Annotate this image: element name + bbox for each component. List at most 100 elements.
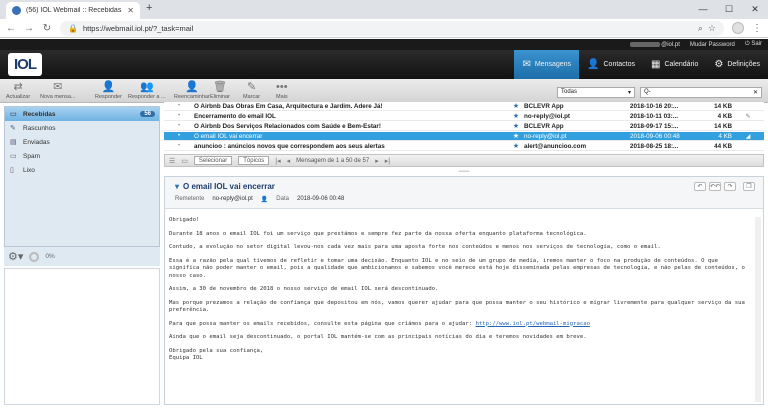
forward-icon[interactable]: → [24,23,34,34]
more-button[interactable]: ••• Mais [276,81,288,100]
select-menu[interactable]: Selecionar [193,156,233,165]
delete-button[interactable]: 🗑 Eliminar [210,81,230,100]
star-icon[interactable]: ★ [508,112,524,120]
star-icon[interactable]: ★ [508,122,524,130]
folder-lixo[interactable]: ▯ Lixo [5,163,159,177]
quota-text: 0% [45,253,55,260]
tab-title: (56) IOL Webmail :: Recebidas [26,7,122,14]
zoom-icon[interactable]: ⌕ [698,23,703,34]
quota-indicator [29,251,40,262]
reload-icon[interactable]: ↻ [42,23,52,34]
table-row[interactable]: • anuncioo : anúncios novos que correspo… [164,142,764,151]
user-email: @iol.pt [630,42,680,48]
flag-icon[interactable]: ◢ [732,133,764,140]
refresh-icon: ⇄ [13,81,23,93]
back-icon[interactable]: ← [6,23,16,34]
threads-menu[interactable]: Tópicos [238,156,270,165]
inbox-icon: ▭ [10,111,17,118]
last-page-icon[interactable]: ▸| [385,157,390,165]
new-tab-icon[interactable]: + [146,2,152,14]
forward-icon[interactable]: ↷ [724,182,736,191]
sent-icon: ▤ [10,139,17,146]
table-row[interactable]: • O Airbnb Dos Serviços Relacionados com… [164,122,764,131]
status-dot-icon[interactable]: • [164,123,194,129]
nav-definicoes[interactable]: ⚙ Definições [706,50,768,79]
message-body: Obrigado! Durante 18 anos o email IOL fo… [169,217,745,361]
preview-subject: ▾ O email IOL vai encerrar [175,182,275,191]
star-icon[interactable]: ★ [508,142,524,150]
compose-button[interactable]: ✉ Nova mensa... [40,81,75,100]
address-bar: ← → ↻ 🔒 https://webmail.iol.pt/?_task=ma… [0,19,768,38]
search-reset-icon[interactable]: ✕ [753,89,758,96]
logout-link[interactable]: ⏻ Sair [745,41,762,48]
first-page-icon[interactable]: |◂ [275,157,280,165]
collapse-icon[interactable]: ▾ [175,182,179,191]
pane-splitter[interactable]: ═══ [164,170,764,175]
sender-address[interactable]: no-reply@iol.pt [212,196,252,203]
message-count: Mensagem de 1 a 50 de 57 [296,157,370,164]
mark-icon: ✎ [246,81,257,93]
folder-list: ▭ Recebidas 56 ✎ Rascunhos ▤ Enviadas ▭ Spam … [4,106,160,266]
nav-contactos[interactable]: 👤 Contactos [579,50,643,79]
folder-rascunhos[interactable]: ✎ Rascunhos [5,121,159,135]
filter-select[interactable]: Todas ▾ [557,87,635,98]
reply-icon[interactable]: ↶ [694,182,706,191]
status-dot-icon[interactable]: • [164,133,194,139]
table-row[interactable]: • O Airbnb Das Obras Em Casa, Arquitectu… [164,102,764,111]
preview-actions: ↶ ↶↶ ↷ ❐ [694,182,755,191]
forward-button[interactable]: 👤 Reencaminhar [174,81,210,100]
trash-icon: ▯ [10,167,14,174]
browser-tab[interactable]: (56) IOL Webmail :: Recebidas ✕ [6,2,140,19]
star-icon[interactable]: ★ [508,102,524,110]
table-row-selected[interactable]: • O email IOL vai encerrar ★ no-reply@io… [164,132,764,141]
migration-link[interactable]: http://www.iol.pt/webmail-migracao [475,321,590,327]
nav-calendario[interactable]: ▦ Calendário [643,50,706,79]
browser-menu-icon[interactable]: ⋮ [752,23,762,34]
compose-icon: ✉ [53,81,63,93]
change-password-link[interactable]: Mudar Password [690,42,735,48]
lock-icon: 🔒 [68,23,78,33]
prev-page-icon[interactable]: ◂ [287,157,291,165]
spam-icon: ▭ [10,153,17,160]
favicon-icon [12,6,21,15]
folder-options-gear-icon[interactable]: ⚙▾ [8,250,23,263]
more-icon: ••• [276,81,288,93]
message-date: 2018-09-06 00:48 [296,196,345,202]
maximize-icon[interactable]: ☐ [716,0,742,19]
message-preview: ▾ O email IOL vai encerrar Remetente no-r… [164,176,764,405]
minimize-icon[interactable]: — [690,0,716,19]
reply-button[interactable]: 👤 Responder [95,81,122,100]
gear-icon: ⚙ [714,59,724,70]
folder-recebidas[interactable]: ▭ Recebidas 56 [5,107,159,121]
preview-header: ▾ O email IOL vai encerrar Remetente no-r… [165,177,763,209]
bookmark-star-icon[interactable]: ☆ [708,23,716,34]
browser-tabbar: (56) IOL Webmail :: Recebidas ✕ + — ☐ ✕ [0,0,768,19]
status-dot-icon[interactable]: • [164,103,194,109]
app-header: IOL ✉ Mensagens 👤 Contactos ▦ Calendário ⚙ D… [0,50,768,79]
open-window-icon[interactable]: ❐ [743,182,755,191]
refresh-button[interactable]: ⇄ Actualizar [6,81,30,100]
status-dot-icon[interactable]: • [164,143,194,149]
reply-all-button[interactable]: 👥 Responder a ... [128,81,166,100]
close-window-icon[interactable]: ✕ [742,0,768,19]
reply-all-icon[interactable]: ↶↶ [709,182,721,191]
profile-avatar[interactable] [732,22,744,34]
search-input[interactable]: Q- ✕ [640,87,762,98]
user-bar: @iol.pt Mudar Password ⏻ Sair [0,39,768,50]
attachment-icon[interactable]: ✎ [732,113,764,120]
add-contact-icon[interactable]: 👤 [261,196,268,203]
status-dot-icon[interactable]: • [164,113,194,119]
nav-mensagens[interactable]: ✉ Mensagens [514,50,580,79]
folder-enviadas[interactable]: ▤ Enviadas [5,135,159,149]
close-tab-icon[interactable]: ✕ [127,6,134,15]
star-icon[interactable]: ★ [508,132,524,140]
url-field[interactable]: 🔒 https://webmail.iol.pt/?_task=mail ⌕ ☆ [60,20,724,36]
next-page-icon[interactable]: ▸ [375,157,379,165]
preview-scrollbar[interactable] [755,217,761,402]
folder-spam[interactable]: ▭ Spam [5,149,159,163]
list-options-icon[interactable]: ☰ [169,157,175,165]
layout-icon[interactable]: ▭ [181,157,188,165]
mark-button[interactable]: ✎ Marcar [243,81,260,100]
table-row[interactable]: • Encerramento do email IOL ★ no-reply@i… [164,112,764,121]
envelope-icon: ✉ [522,59,531,70]
